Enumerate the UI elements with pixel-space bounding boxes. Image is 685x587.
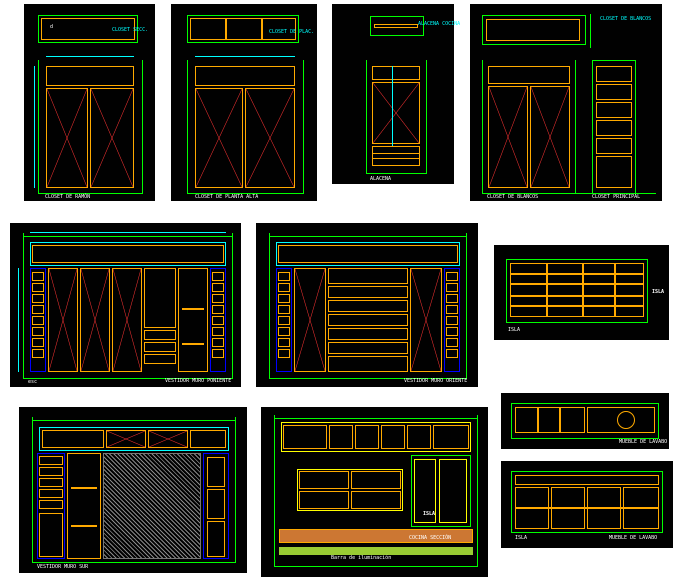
p2-t2: ALACENA — [370, 176, 391, 182]
p2-t1: ALACENA COCINA — [418, 21, 460, 27]
panel-4: VESTIDOR MURO PONIENTE esc — [10, 223, 241, 387]
panel-9: MUEBLE DE LAVABO — [501, 393, 669, 449]
panel-5: VESTIDOR MURO ORIENTE — [256, 223, 478, 387]
p8-title: COCINA SECCIÓN — [409, 535, 451, 541]
p8-bar: Barra de iluminación — [331, 555, 391, 561]
p6-isla-b: ISLA — [508, 327, 520, 333]
drawing-canvas: CLOSET SECC. CLOSET DE RAMÓN d CLOSET DE… — [0, 0, 685, 587]
p0-label-top: CLOSET SECC. — [112, 27, 148, 33]
p7-title: VESTIDOR MURO SUR — [37, 564, 88, 570]
p0-title1: CLOSET DE RAMÓN — [45, 194, 90, 200]
panel-10: MUEBLE DE LAVABO ISLA — [501, 461, 673, 548]
panel-0: CLOSET SECC. CLOSET DE RAMÓN d — [24, 4, 155, 201]
p3-t1: CLOSET DE BLANCOS — [487, 194, 538, 200]
panel-8: Barra de iluminación COCINA SECCIÓN ISLA — [261, 407, 488, 577]
panel-1: CLOSET DE PLAC. CLOSET DE PLANTA ALTA — [171, 4, 317, 201]
p3-top: CLOSET DE BLANCOS — [600, 16, 651, 22]
p1-label-top: CLOSET DE PLAC. — [269, 29, 314, 35]
p9-isla: ISLA — [515, 535, 527, 541]
p10-title: MUEBLE DE LAVABO — [609, 535, 657, 541]
p4-title: VESTIDOR MURO PONIENTE — [165, 378, 231, 384]
p6-isla-a: ISLA — [652, 289, 664, 295]
panel-3: CLOSET DE BLANCOS CLOSET DE BLANCOS CLOS… — [470, 4, 662, 201]
p1-title: CLOSET DE PLANTA ALTA — [195, 194, 258, 200]
panel-6: ISLA ISLA — [494, 245, 669, 340]
p9-title: MUEBLE DE LAVABO — [619, 439, 667, 445]
panel-7: VESTIDOR MURO SUR — [19, 407, 247, 573]
panel-2: ALACENA COCINA ALACENA — [332, 4, 454, 184]
p5-title: VESTIDOR MURO ORIENTE — [404, 378, 467, 384]
p3-t2: CLOSET PRINCIPAL — [592, 194, 640, 200]
